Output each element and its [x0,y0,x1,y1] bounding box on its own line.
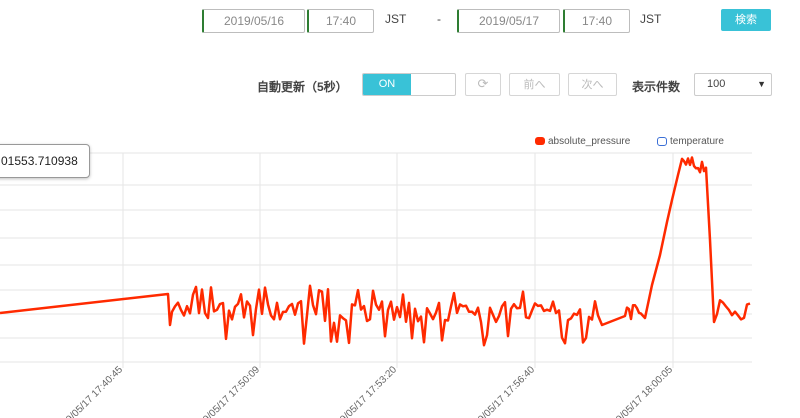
refresh-button[interactable]: ⟳ [465,73,501,96]
chart-canvas: 2019/05/17 17:40:45 2019/05/17 17:50:09 20… [0,152,752,418]
start-time-input[interactable]: 17:40 [307,9,374,33]
search-button[interactable]: 検索 [721,9,771,31]
refresh-icon: ⟳ [477,77,489,92]
end-timezone-label: JST [640,12,662,26]
auto-refresh-label: 自動更新（5秒） [257,80,348,94]
end-date-input[interactable]: 2019/05/17 [457,9,560,33]
display-count-select[interactable]: 100 ▼ [694,73,772,96]
legend-item-absolute-pressure[interactable]: absolute_pressure [535,136,630,147]
x-tick-label: 2019/05/17 17:56:40 [464,364,537,418]
end-time-input[interactable]: 17:40 [563,9,630,33]
start-date-input[interactable]: 2019/05/16 [202,9,305,33]
legend-label-absolute-pressure: absolute_pressure [548,136,631,147]
x-tick-label: 2019/05/17 18:00:05 [602,364,675,418]
chevron-down-icon: ▼ [757,79,766,89]
x-axis-ticks: 2019/05/17 17:40:45 2019/05/17 17:50:09 20… [52,364,675,418]
toggle-on-label: ON [363,74,411,95]
start-timezone-label: JST [385,12,407,26]
legend-label-temperature: temperature [670,136,724,147]
next-button[interactable]: 次へ [568,73,617,96]
x-tick-label: 2019/05/17 17:50:09 [189,364,262,418]
x-tick-label: 2019/05/17 17:53:20 [326,364,399,418]
display-count-value: 100 [707,78,726,90]
prev-button[interactable]: 前へ [509,73,560,96]
legend-swatch-filled-icon [535,137,545,146]
auto-refresh-toggle[interactable]: ON [362,73,456,96]
chart-grid [0,152,752,368]
series-line-absolute-pressure [0,156,751,347]
legend-item-temperature[interactable]: temperature [657,136,724,147]
legend-swatch-hollow-icon [657,136,667,146]
range-separator: - [437,12,441,26]
chart-tooltip: 01553.710938 [0,144,90,178]
x-tick-label: 2019/05/17 17:40:45 [52,364,125,418]
display-count-label: 表示件数 [632,80,681,94]
